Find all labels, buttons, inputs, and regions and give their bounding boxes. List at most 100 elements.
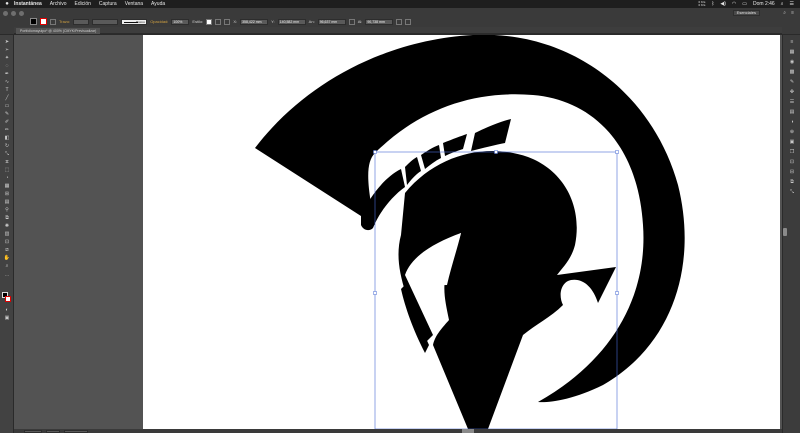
transform-icon[interactable] bbox=[396, 18, 403, 25]
column-graph-tool-icon[interactable]: ▥ bbox=[3, 231, 11, 237]
screen-mode-icon[interactable]: ▣ bbox=[3, 315, 11, 321]
zoom-tool-icon[interactable]: ⌕ bbox=[3, 263, 11, 269]
line-tool-icon[interactable]: ╱ bbox=[3, 95, 11, 101]
symbol-sprayer-tool-icon[interactable]: ✺ bbox=[3, 223, 11, 229]
apple-icon[interactable]: ● bbox=[0, 1, 14, 7]
properties-panel-icon[interactable]: ≡ bbox=[788, 39, 796, 45]
stroke-swatch[interactable] bbox=[40, 18, 47, 25]
artboard-tool-icon[interactable]: ⊡ bbox=[3, 239, 11, 245]
lasso-tool-icon[interactable]: ◌ bbox=[3, 63, 11, 69]
menu-icon[interactable]: ≡ bbox=[791, 10, 794, 16]
close-window-icon[interactable] bbox=[3, 11, 8, 16]
layers-panel-icon[interactable]: ❐ bbox=[788, 149, 796, 155]
artboards-panel-icon[interactable]: ⊡ bbox=[788, 159, 796, 165]
menu-captura[interactable]: Captura bbox=[99, 1, 117, 7]
stroke-panel-icon[interactable]: ☰ bbox=[788, 99, 796, 105]
transform-panel-icon[interactable]: ⤡ bbox=[788, 189, 796, 195]
zoom-window-icon[interactable] bbox=[19, 11, 24, 16]
width-field[interactable]: 96,637 mm bbox=[317, 18, 346, 25]
x-field[interactable]: 358,422 mm bbox=[240, 18, 269, 25]
workspace-switcher[interactable]: Esenciales bbox=[732, 10, 760, 16]
selection-handle-tm[interactable] bbox=[494, 150, 498, 154]
horizontal-scrollbar[interactable] bbox=[462, 429, 474, 433]
gradient-panel-icon[interactable]: ▤ bbox=[788, 109, 796, 115]
eyedropper-tool-icon[interactable]: ⚲ bbox=[3, 207, 11, 213]
constrain-proportions-icon[interactable] bbox=[348, 18, 355, 25]
minimize-window-icon[interactable] bbox=[11, 11, 16, 16]
brushes-panel-icon[interactable]: ✎ bbox=[788, 79, 796, 85]
magic-wand-tool-icon[interactable]: ✦ bbox=[3, 55, 11, 61]
visor-band-upper[interactable] bbox=[471, 119, 511, 151]
swatches-panel-icon[interactable]: ▩ bbox=[788, 69, 796, 75]
eraser-tool-icon[interactable]: ◧ bbox=[3, 135, 11, 141]
variable-width-field[interactable] bbox=[92, 18, 119, 25]
appearance-panel-icon[interactable]: ⊕ bbox=[788, 129, 796, 135]
document-tab[interactable]: Portfoliomayuipo* @ 400% (CMYK/Previsual… bbox=[16, 28, 101, 34]
paintbrush-tool-icon[interactable]: ✎ bbox=[3, 111, 11, 117]
battery-icon[interactable]: ▭ bbox=[742, 1, 747, 7]
search-icon[interactable]: ⌕ bbox=[781, 1, 784, 7]
draw-mode-icon[interactable]: ◐ bbox=[3, 307, 11, 313]
brush-definition[interactable]: Básico bbox=[121, 18, 148, 25]
graphic-styles-panel-icon[interactable]: ▣ bbox=[788, 139, 796, 145]
selection-tool-icon[interactable]: ➤ bbox=[3, 39, 11, 45]
selection-handle-tl[interactable] bbox=[373, 150, 377, 154]
vertical-scrollbar[interactable] bbox=[783, 228, 787, 236]
style-swatch[interactable] bbox=[206, 18, 213, 25]
clock[interactable]: Dom 2:46 bbox=[753, 1, 775, 7]
stroke-label[interactable]: Trazo: bbox=[59, 19, 70, 24]
menu-instantanea[interactable]: Instantánea bbox=[14, 1, 42, 7]
align-icon[interactable] bbox=[224, 18, 231, 25]
align-panel-icon[interactable]: ⊟ bbox=[788, 169, 796, 175]
symbols-panel-icon[interactable]: ✤ bbox=[788, 89, 796, 95]
status-info-field[interactable] bbox=[64, 429, 88, 433]
opacity-label[interactable]: Opacidad: bbox=[150, 19, 168, 24]
artboard[interactable] bbox=[143, 35, 780, 429]
shaper-tool-icon[interactable]: ✐ bbox=[3, 119, 11, 125]
selection-handle-tr[interactable] bbox=[615, 150, 619, 154]
scale-tool-icon[interactable]: ⤡ bbox=[3, 151, 11, 157]
type-tool-icon[interactable]: T bbox=[3, 87, 11, 93]
selection-handle-mr[interactable] bbox=[615, 291, 619, 295]
curvature-tool-icon[interactable]: ∿ bbox=[3, 79, 11, 85]
recolor-icon[interactable] bbox=[215, 18, 222, 25]
perspective-grid-tool-icon[interactable]: ▦ bbox=[3, 183, 11, 189]
wifi-icon[interactable]: ◠ bbox=[732, 1, 736, 7]
menu-ayuda[interactable]: Ayuda bbox=[151, 1, 165, 7]
opacity-field[interactable]: 100% bbox=[171, 18, 190, 25]
height-field[interactable]: 90,738 mm bbox=[365, 18, 394, 25]
transparency-panel-icon[interactable]: ◑ bbox=[788, 119, 796, 125]
zoom-level-field[interactable] bbox=[24, 429, 42, 433]
menu-archivo[interactable]: Archivo bbox=[50, 1, 67, 7]
stroke-color-icon[interactable] bbox=[5, 296, 11, 302]
rotate-tool-icon[interactable]: ↻ bbox=[3, 143, 11, 149]
spartan-helmet-artwork[interactable] bbox=[143, 35, 780, 429]
pathfinder-panel-icon[interactable]: ⧉ bbox=[788, 179, 796, 185]
y-field[interactable]: 140,582 mm bbox=[277, 18, 306, 25]
shape-builder-tool-icon[interactable]: ◔ bbox=[3, 175, 11, 181]
visor-band-segment-1[interactable] bbox=[443, 134, 467, 156]
direct-selection-tool-icon[interactable]: ➢ bbox=[3, 47, 11, 53]
artboard-navigator[interactable] bbox=[46, 429, 60, 433]
mesh-tool-icon[interactable]: ⊞ bbox=[3, 191, 11, 197]
blend-tool-icon[interactable]: ⧉ bbox=[3, 215, 11, 221]
rectangle-tool-icon[interactable]: ▭ bbox=[3, 103, 11, 109]
color-panel-icon[interactable]: ◉ bbox=[788, 59, 796, 65]
more-options-icon[interactable] bbox=[405, 18, 412, 25]
pen-tool-icon[interactable]: ✒ bbox=[3, 71, 11, 77]
gradient-tool-icon[interactable]: ▤ bbox=[3, 199, 11, 205]
width-tool-icon[interactable]: ⧖ bbox=[3, 159, 11, 165]
hand-tool-icon[interactable]: ✋ bbox=[3, 255, 11, 261]
selection-handle-ml[interactable] bbox=[373, 291, 377, 295]
stroke-options-icon[interactable] bbox=[50, 18, 56, 25]
menu-list-icon[interactable]: ☰ bbox=[790, 1, 794, 7]
search-stock-icon[interactable]: ⌕ bbox=[783, 10, 786, 16]
fill-stroke-widget[interactable] bbox=[2, 292, 12, 304]
slice-tool-icon[interactable]: ⧄ bbox=[3, 247, 11, 253]
stroke-weight-field[interactable] bbox=[73, 18, 90, 25]
libraries-panel-icon[interactable]: ▦ bbox=[788, 49, 796, 55]
menu-edicion[interactable]: Edición bbox=[74, 1, 90, 7]
volume-icon[interactable]: ◀) bbox=[720, 1, 726, 7]
more-tools-icon[interactable]: ⋯ bbox=[3, 273, 11, 279]
menu-ventana[interactable]: Ventana bbox=[125, 1, 143, 7]
